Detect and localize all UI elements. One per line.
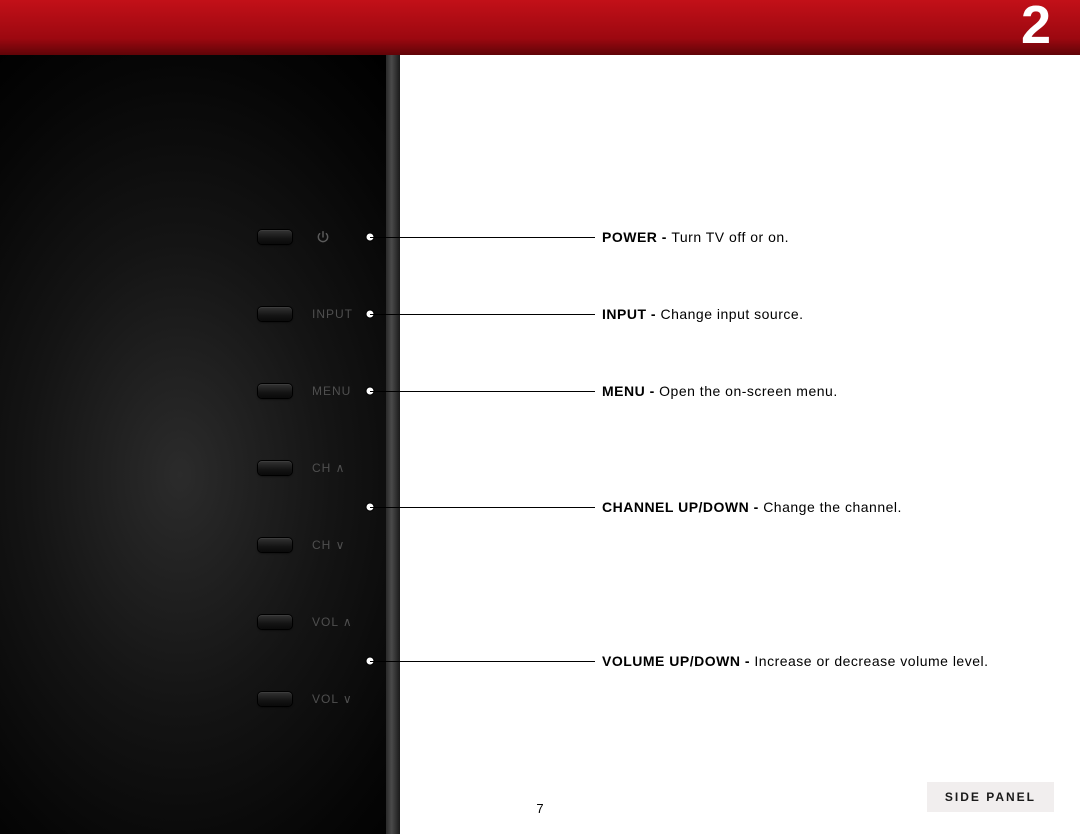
power-button-row <box>258 228 330 246</box>
power-button[interactable] <box>258 230 292 244</box>
menu-desc-bold: MENU - <box>602 383 659 399</box>
channel-desc-text: Change the channel. <box>763 499 902 515</box>
volume-up-button[interactable] <box>258 615 292 629</box>
menu-button-label: MENU <box>312 384 351 398</box>
menu-desc-text: Open the on-screen menu. <box>659 383 838 399</box>
power-desc-bold: POWER - <box>602 229 671 245</box>
device-edge-highlight <box>386 55 400 834</box>
channel-desc-bold: CHANNEL UP/DOWN - <box>602 499 763 515</box>
leader-line <box>370 314 595 315</box>
volume-desc-text: Increase or decrease volume level. <box>754 653 988 669</box>
input-desc-bold: INPUT - <box>602 306 660 322</box>
menu-description: MENU - Open the on-screen menu. <box>602 383 838 399</box>
input-description: INPUT - Change input source. <box>602 306 804 322</box>
menu-button-row: MENU <box>258 382 351 400</box>
volume-down-button[interactable] <box>258 692 292 706</box>
volume-up-button-label: VOL ∧ <box>312 615 353 629</box>
channel-description: CHANNEL UP/DOWN - Change the channel. <box>602 499 902 515</box>
channel-up-button-row: CH ∧ <box>258 459 345 477</box>
volume-description: VOLUME UP/DOWN - Increase or decrease vo… <box>602 653 989 669</box>
menu-button[interactable] <box>258 384 292 398</box>
volume-up-button-row: VOL ∧ <box>258 613 353 631</box>
leader-line <box>370 661 595 662</box>
chapter-number: 2 <box>1021 0 1052 56</box>
volume-down-button-row: VOL ∨ <box>258 690 353 708</box>
leader-line <box>370 391 595 392</box>
power-icon <box>316 230 330 244</box>
power-description: POWER - Turn TV off or on. <box>602 229 789 245</box>
channel-down-button-row: CH ∨ <box>258 536 345 554</box>
channel-down-button-label: CH ∨ <box>312 538 345 552</box>
channel-up-button[interactable] <box>258 461 292 475</box>
input-button-label: INPUT <box>312 307 353 321</box>
volume-desc-bold: VOLUME UP/DOWN - <box>602 653 754 669</box>
input-desc-text: Change input source. <box>660 306 803 322</box>
input-button[interactable] <box>258 307 292 321</box>
volume-down-button-label: VOL ∨ <box>312 692 353 706</box>
page-number: 7 <box>0 801 1080 816</box>
input-button-row: INPUT <box>258 305 353 323</box>
tv-side-panel-illustration: INPUT MENU CH ∧ CH ∨ VOL ∧ VOL ∨ <box>0 55 400 834</box>
manual-page: 2 INPUT MENU CH ∧ CH ∨ VOL <box>0 0 1080 834</box>
top-banner: 2 <box>0 0 1080 55</box>
leader-line <box>370 507 595 508</box>
channel-up-button-label: CH ∧ <box>312 461 345 475</box>
leader-line <box>370 237 595 238</box>
channel-down-button[interactable] <box>258 538 292 552</box>
power-desc-text: Turn TV off or on. <box>671 229 789 245</box>
